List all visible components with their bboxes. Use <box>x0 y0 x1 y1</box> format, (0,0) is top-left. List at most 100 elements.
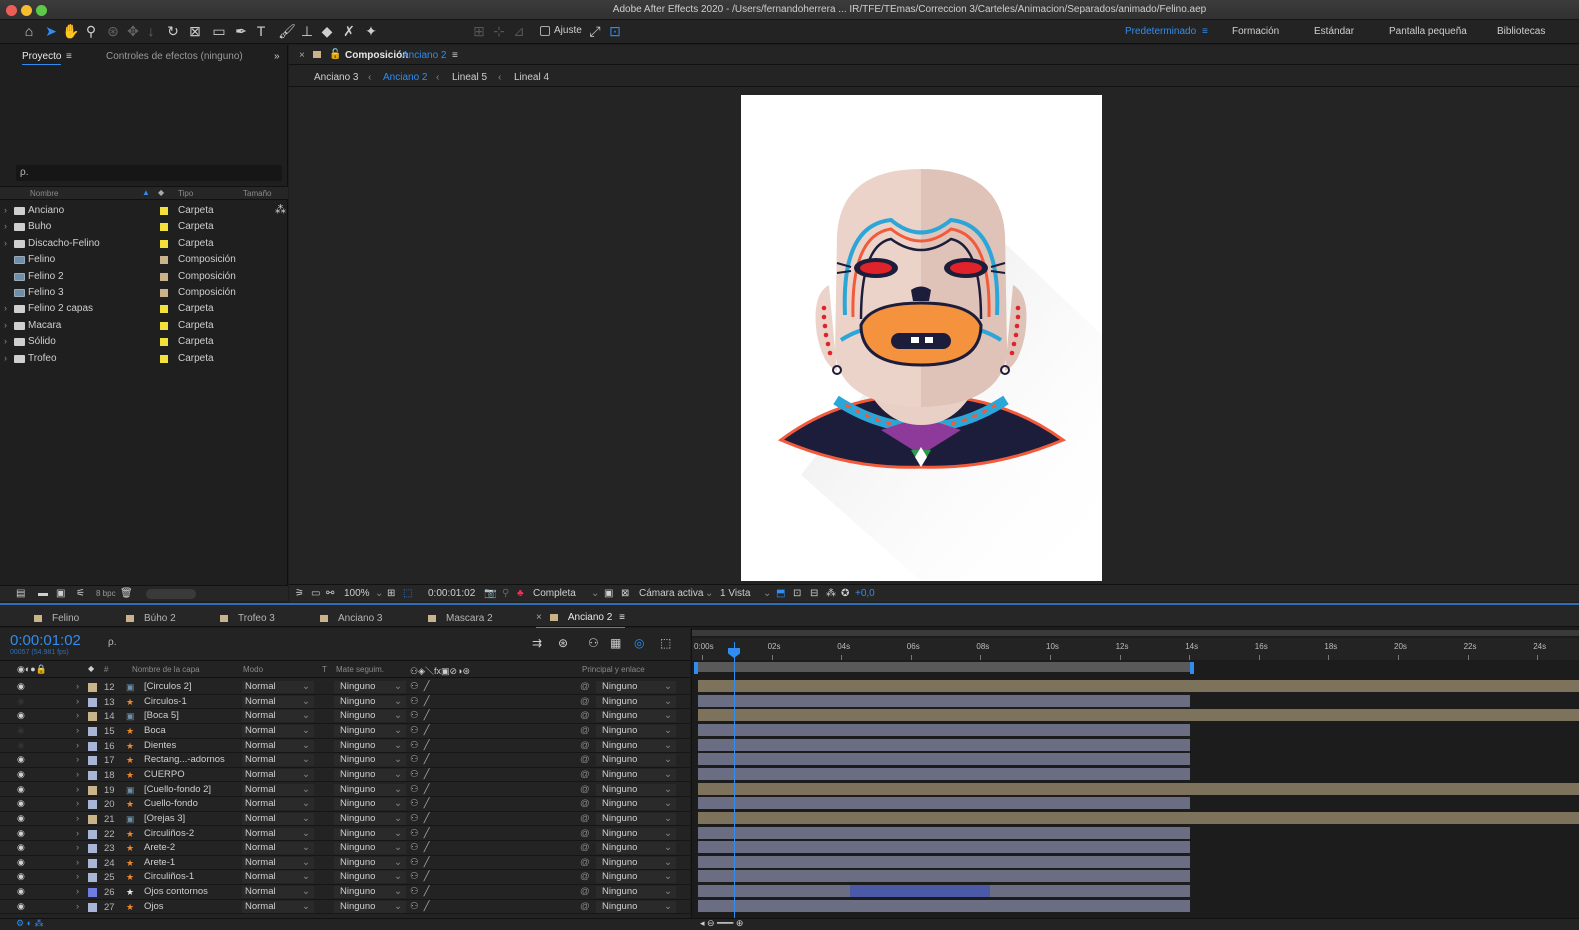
layer-row[interactable]: ◉ › 18 ★ CUERPO Normal ⌄ Ninguno ⌄ ⚇ ╱ @ Ninguno ⌄ <box>0 768 690 783</box>
blend-mode-select[interactable]: Normal ⌄ <box>242 768 314 781</box>
layer-switches[interactable]: ⚇ ╱ <box>410 813 430 824</box>
column-name[interactable]: Nombre <box>30 189 58 198</box>
layer-label-swatch[interactable] <box>88 858 97 868</box>
layer-switches[interactable]: ⚇ ╱ <box>410 740 430 751</box>
project-item[interactable]: › Anciano Carpeta <box>0 203 288 219</box>
chevron-right-icon[interactable]: › <box>76 842 79 853</box>
layer-row[interactable]: ◉ › 13 ★ Circulos-1 Normal ⌄ Ninguno ⌄ ⚇ ╱ @ Ningun… <box>0 695 690 710</box>
layer-switches[interactable]: ⚇ ╱ <box>410 886 430 897</box>
layer-name[interactable]: Dientes <box>144 740 176 751</box>
blend-mode-select[interactable]: Normal ⌄ <box>242 798 314 811</box>
pick-whip-icon[interactable]: @ <box>580 798 590 809</box>
layer-duration-bar[interactable] <box>698 841 1190 854</box>
lock-icon[interactable]: 🔓 <box>329 49 341 60</box>
hide-shy-layers-icon[interactable]: ⚇ <box>588 636 599 650</box>
layer-row[interactable]: ◉ › 23 ★ Arete-2 Normal ⌄ Ninguno ⌄ ⚇ ╱ @ Ninguno ⌄ <box>0 841 690 856</box>
layer-switches[interactable]: ⚇ ╱ <box>410 798 430 809</box>
column-size[interactable]: Tamaño <box>243 189 271 198</box>
fast-preview-icon[interactable]: ▣ <box>604 588 613 599</box>
parent-select[interactable]: Ninguno ⌄ <box>596 783 676 796</box>
world-axis-icon[interactable]: ⊹ <box>490 22 508 41</box>
mask-visibility-icon[interactable]: ⚯ <box>326 588 334 599</box>
column-track-matte[interactable]: Mate seguim. <box>336 665 384 674</box>
track-matte-select[interactable]: Ninguno ⌄ <box>334 827 406 840</box>
column-parent[interactable]: Principal y enlace <box>582 665 645 674</box>
track-matte-select[interactable]: Ninguno ⌄ <box>334 842 406 855</box>
chevron-down-icon[interactable]: ⌄ <box>591 588 599 599</box>
timeline-link-icon[interactable]: ⊡ <box>793 588 801 599</box>
layer-duration-bar[interactable] <box>698 680 1579 692</box>
layer-name[interactable]: Arete-1 <box>144 857 175 868</box>
new-composition-icon[interactable]: ▣ <box>56 588 65 599</box>
work-area-bar[interactable] <box>696 662 1192 672</box>
eye-icon[interactable]: ◉ <box>17 828 25 839</box>
layer-duration-bar[interactable] <box>698 826 1190 839</box>
parent-select[interactable]: Ninguno ⌄ <box>596 695 676 708</box>
snap-options-icon[interactable]: ⤢ <box>586 22 604 41</box>
toggle-pixel-aspect-icon[interactable]: ⬒ <box>776 588 785 599</box>
layer-row[interactable]: ◉ › 20 ★ Cuello-fondo Normal ⌄ Ninguno ⌄ ⚇ ╱ @ Ning… <box>0 797 690 812</box>
layer-label-swatch[interactable] <box>88 844 97 854</box>
dolly-camera-icon[interactable]: ↓ <box>142 22 160 41</box>
eye-icon[interactable]: ◉ <box>17 784 25 795</box>
pick-whip-icon[interactable]: @ <box>580 725 590 736</box>
tab-menu-icon[interactable]: ≡ <box>66 51 72 62</box>
column-type[interactable]: Tipo <box>178 189 193 198</box>
chevron-right-icon[interactable]: › <box>76 754 79 765</box>
timeline-tab[interactable]: Búho 2 <box>126 613 176 624</box>
blend-mode-select[interactable]: Normal ⌄ <box>242 871 314 884</box>
eraser-tool-icon[interactable]: ◆ <box>318 22 336 41</box>
project-item[interactable]: › Trofeo Carpeta <box>0 351 288 367</box>
chevron-right-icon[interactable]: › <box>4 221 7 231</box>
layer-row[interactable]: ◉ › 15 ★ Boca Normal ⌄ Ninguno ⌄ ⚇ ╱ @ Ninguno ⌄ <box>0 724 690 739</box>
eye-icon[interactable]: ◉ <box>17 842 25 853</box>
home-icon[interactable]: ⌂ <box>20 22 38 41</box>
layer-duration-bar[interactable] <box>698 782 1579 795</box>
workspace-estandar[interactable]: Estándar <box>1314 26 1354 37</box>
layer-switches[interactable]: ⚇ ╱ <box>410 842 430 853</box>
chevron-right-icon[interactable]: › <box>76 710 79 721</box>
project-item[interactable]: › Discacho-Felino Carpeta <box>0 236 288 252</box>
zoom-select[interactable]: 100% <box>344 588 370 599</box>
pick-whip-icon[interactable]: @ <box>580 740 590 751</box>
track-matte-select[interactable]: Ninguno ⌄ <box>334 886 406 899</box>
eye-off-icon[interactable]: ◉ <box>17 725 25 736</box>
layer-name[interactable]: [Orejas 3] <box>144 813 185 824</box>
chevron-right-icon[interactable]: › <box>4 205 7 215</box>
project-search-input[interactable]: ρ. <box>16 165 282 181</box>
timeline-tab[interactable]: × Anciano 2 ≡ <box>536 612 625 629</box>
layer-duration-bar[interactable] <box>698 694 1190 707</box>
column-mode[interactable]: Modo <box>243 665 263 674</box>
comp-tab-prefix[interactable]: Composición <box>345 50 408 61</box>
eye-icon[interactable]: ◉ <box>17 886 25 897</box>
chevron-right-icon[interactable]: › <box>76 857 79 868</box>
parent-select[interactable]: Ninguno ⌄ <box>596 754 676 767</box>
transparency-grid-icon[interactable]: ⊠ <box>621 588 629 599</box>
parent-select[interactable]: Ninguno ⌄ <box>596 842 676 855</box>
eye-icon[interactable]: ◉ <box>17 901 25 912</box>
layer-name[interactable]: Ojos contornos <box>144 886 208 897</box>
parent-select[interactable]: Ninguno ⌄ <box>596 739 676 752</box>
pick-whip-icon[interactable]: @ <box>580 886 590 897</box>
layer-switches[interactable]: ⚇ ╱ <box>410 725 430 736</box>
blend-mode-select[interactable]: Normal ⌄ <box>242 812 314 825</box>
eye-icon[interactable]: ◉ <box>17 813 25 824</box>
eye-icon[interactable]: ◉ <box>17 769 25 780</box>
track-matte-select[interactable]: Ninguno ⌄ <box>334 812 406 825</box>
layer-switches[interactable]: ⚇ ╱ <box>410 769 430 780</box>
chevron-right-icon[interactable]: › <box>76 784 79 795</box>
layer-duration-bar[interactable] <box>698 709 1579 722</box>
comp-menu-icon[interactable]: ≡ <box>452 50 458 61</box>
layer-row[interactable]: ◉ › 27 ★ Ojos Normal ⌄ Ninguno ⌄ ⚇ ╱ @ Ninguno ⌄ <box>0 900 690 915</box>
track-matte-select[interactable]: Ninguno ⌄ <box>334 681 406 693</box>
selection-tool-icon[interactable]: ➤ <box>42 22 60 41</box>
pan-behind-tool-icon[interactable]: ⊠ <box>186 22 204 41</box>
chevron-right-icon[interactable]: › <box>4 303 7 313</box>
orbit-camera-icon[interactable]: ⊛ <box>104 22 122 41</box>
column-t[interactable]: T <box>322 665 327 674</box>
layer-label-swatch[interactable] <box>88 697 97 707</box>
snap-checkbox[interactable] <box>540 26 550 36</box>
parent-select[interactable]: Ninguno ⌄ <box>596 710 676 723</box>
pick-whip-icon[interactable]: @ <box>580 857 590 868</box>
resolution-select[interactable]: Completa <box>533 588 576 599</box>
